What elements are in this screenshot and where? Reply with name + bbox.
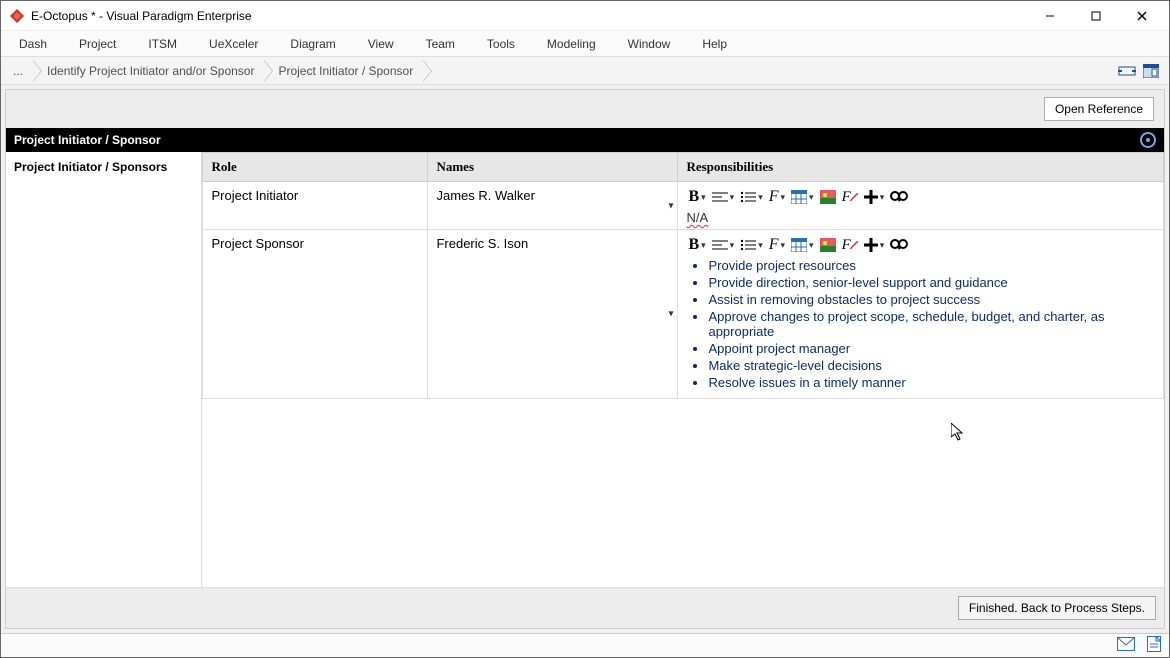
cell-role[interactable]: Project Initiator xyxy=(203,182,428,230)
list-item: Make strategic-level decisions xyxy=(708,358,1155,373)
section-header-title: Project Initiator / Sponsor xyxy=(14,133,161,147)
add-button[interactable]: ▾ xyxy=(862,236,887,254)
app-window: E-Octopus * - Visual Paradigm Enterprise… xyxy=(0,0,1170,658)
clear-format-button[interactable]: F xyxy=(840,236,860,254)
resp-text[interactable]: N/A xyxy=(686,210,1155,225)
menu-diagram[interactable]: Diagram xyxy=(274,31,351,56)
table-button[interactable]: ▾ xyxy=(789,188,816,206)
cell-role[interactable]: Project Sponsor xyxy=(203,230,428,399)
list-button[interactable]: ▾ xyxy=(738,236,765,254)
menu-itsm[interactable]: ITSM xyxy=(132,31,193,56)
finished-button[interactable]: Finished. Back to Process Steps. xyxy=(958,596,1156,620)
breadcrumb-current[interactable]: Project Initiator / Sponsor xyxy=(264,57,423,84)
breadcrumb-root[interactable]: ... xyxy=(5,57,33,84)
menu-project[interactable]: Project xyxy=(63,31,132,56)
menu-team[interactable]: Team xyxy=(410,31,471,56)
table-wrap: Role Names Responsibilities Project Init… xyxy=(202,152,1164,587)
menu-view[interactable]: View xyxy=(352,31,410,56)
font-button[interactable]: F▾ xyxy=(767,188,787,206)
font-button[interactable]: F▾ xyxy=(767,236,787,254)
list-item: Approve changes to project scope, schedu… xyxy=(708,309,1155,339)
window-title: E-Octopus * - Visual Paradigm Enterprise xyxy=(31,9,252,23)
cell-responsibilities[interactable]: B▾ ▾ ▾ F▾ ▾ F ▾ xyxy=(678,230,1164,399)
menu-modeling[interactable]: Modeling xyxy=(531,31,612,56)
list-item: Provide project resources xyxy=(708,258,1155,273)
toolbar-pane-icon[interactable] xyxy=(1139,57,1163,84)
menu-dash[interactable]: Dash xyxy=(7,31,63,56)
note-icon[interactable] xyxy=(1147,636,1161,655)
add-button[interactable]: ▾ xyxy=(862,188,887,206)
maximize-button[interactable] xyxy=(1073,2,1119,30)
resp-list[interactable]: Provide project resources Provide direct… xyxy=(692,258,1155,390)
mail-icon[interactable] xyxy=(1117,637,1135,654)
find-button[interactable] xyxy=(888,188,910,206)
titlebar: E-Octopus * - Visual Paradigm Enterprise xyxy=(1,1,1169,31)
cell-name[interactable]: Frederic S. Ison ▾ xyxy=(428,230,678,399)
cell-name[interactable]: James R. Walker ▾ xyxy=(428,182,678,230)
open-reference-row: Open Reference xyxy=(6,90,1164,128)
menu-uexceler[interactable]: UeXceler xyxy=(193,31,274,56)
section-header: Project Initiator / Sponsor xyxy=(6,128,1164,152)
col-names: Names xyxy=(428,153,678,182)
section-left-label: Project Initiator / Sponsors xyxy=(6,152,202,587)
open-reference-button[interactable]: Open Reference xyxy=(1044,97,1154,121)
cell-name-text: James R. Walker xyxy=(436,188,534,203)
table-button[interactable]: ▾ xyxy=(789,236,816,254)
bold-button[interactable]: B▾ xyxy=(686,236,707,254)
image-button[interactable] xyxy=(818,188,838,206)
align-button[interactable]: ▾ xyxy=(710,236,737,254)
clear-format-button[interactable]: F xyxy=(840,188,860,206)
chevron-down-icon[interactable]: ▾ xyxy=(668,309,673,320)
bold-button[interactable]: B▾ xyxy=(686,188,707,206)
locate-icon[interactable] xyxy=(1140,132,1156,148)
toolbar-fit-icon[interactable] xyxy=(1115,57,1139,84)
list-button[interactable]: ▾ xyxy=(738,188,765,206)
breadcrumb: ... Identify Project Initiator and/or Sp… xyxy=(1,57,1169,85)
list-item: Resolve issues in a timely manner xyxy=(708,375,1155,390)
content-area: Open Reference Project Initiator / Spons… xyxy=(1,85,1169,633)
inner-panel: Open Reference Project Initiator / Spons… xyxy=(5,89,1165,629)
menubar: Dash Project ITSM UeXceler Diagram View … xyxy=(1,31,1169,57)
minimize-button[interactable] xyxy=(1027,2,1073,30)
table-row: Project Sponsor Frederic S. Ison ▾ B▾ ▾ xyxy=(203,230,1164,399)
statusbar xyxy=(1,633,1169,657)
finish-row: Finished. Back to Process Steps. xyxy=(6,587,1164,628)
cell-responsibilities[interactable]: B▾ ▾ ▾ F▾ ▾ F ▾ xyxy=(678,182,1164,230)
menu-help[interactable]: Help xyxy=(686,31,743,56)
breadcrumb-step[interactable]: Identify Project Initiator and/or Sponso… xyxy=(33,57,264,84)
image-button[interactable] xyxy=(818,236,838,254)
list-item: Appoint project manager xyxy=(708,341,1155,356)
col-role: Role xyxy=(203,153,428,182)
app-logo-icon xyxy=(9,8,25,24)
align-button[interactable]: ▾ xyxy=(710,188,737,206)
chevron-down-icon[interactable]: ▾ xyxy=(668,200,673,211)
section-body: Project Initiator / Sponsors Role Names … xyxy=(6,152,1164,587)
rich-text-toolbar: B▾ ▾ ▾ F▾ ▾ F ▾ xyxy=(686,188,1155,206)
menu-window[interactable]: Window xyxy=(612,31,687,56)
list-item: Provide direction, senior-level support … xyxy=(708,275,1155,290)
list-item: Assist in removing obstacles to project … xyxy=(708,292,1155,307)
rich-text-toolbar: B▾ ▾ ▾ F▾ ▾ F ▾ xyxy=(686,236,1155,254)
find-button[interactable] xyxy=(888,236,910,254)
close-button[interactable] xyxy=(1119,2,1165,30)
sponsors-table: Role Names Responsibilities Project Init… xyxy=(202,152,1164,399)
col-responsibilities: Responsibilities xyxy=(678,153,1164,182)
table-row: Project Initiator James R. Walker ▾ B▾ xyxy=(203,182,1164,230)
cell-name-text: Frederic S. Ison xyxy=(436,236,528,251)
menu-tools[interactable]: Tools xyxy=(471,31,531,56)
